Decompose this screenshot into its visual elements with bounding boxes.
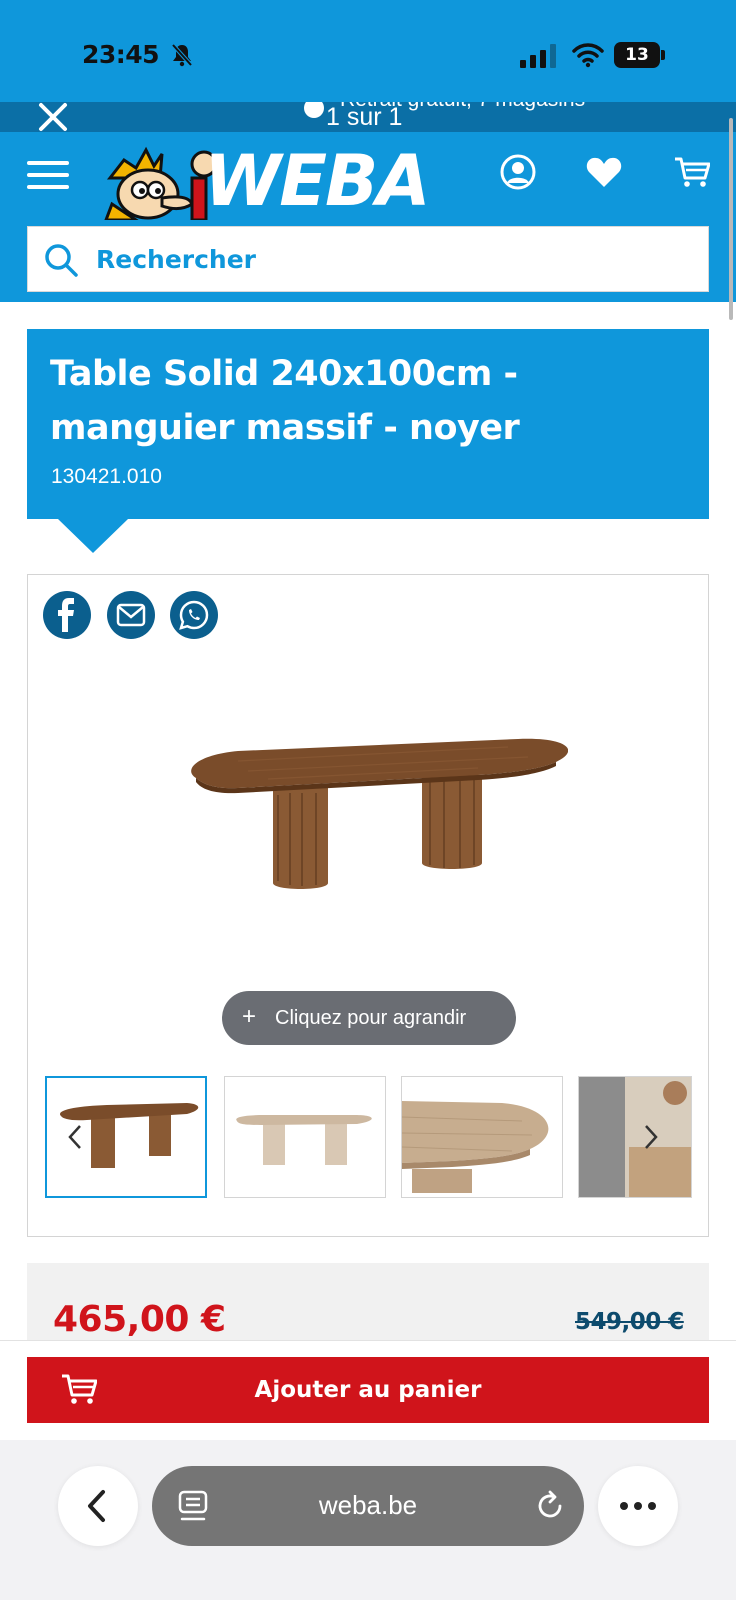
- product-title-block: Table Solid 240x100cm - manguier massif …: [27, 329, 709, 519]
- product-sku: 130421.010: [51, 465, 162, 488]
- mascot-icon: [104, 146, 216, 220]
- add-to-cart-button[interactable]: Ajouter au panier: [27, 1357, 709, 1423]
- price-panel: 465,00 € 549,00 €: [27, 1263, 709, 1343]
- zoom-label: Cliquez pour agrandir: [275, 1007, 467, 1029]
- wifi-icon: [572, 43, 604, 68]
- battery-icon: 13: [614, 42, 666, 68]
- browser-toolbar: weba.be: [0, 1440, 736, 1600]
- chevron-right-icon[interactable]: [632, 1110, 668, 1164]
- product-image[interactable]: [178, 735, 568, 935]
- ellipsis-icon: [620, 1502, 656, 1510]
- notice-counter: 1 sur 1: [326, 103, 403, 131]
- title-pointer: [58, 519, 128, 553]
- notice-bar: Retrait gratuit, 7 magasins 1 sur 1: [0, 102, 736, 132]
- thumbnail-table-detail: [402, 1077, 562, 1197]
- user-icon[interactable]: [500, 154, 536, 190]
- heart-icon[interactable]: [586, 156, 622, 188]
- battery-level: 13: [614, 42, 660, 68]
- scroll-indicator: [729, 118, 733, 320]
- reload-icon[interactable]: [534, 1490, 566, 1522]
- status-bar: 23:45 13: [0, 0, 736, 102]
- url-text: weba.be: [318, 1490, 418, 1520]
- cart-icon[interactable]: [674, 156, 710, 188]
- old-price: 549,00 €: [575, 1309, 684, 1335]
- facebook-icon[interactable]: [43, 591, 91, 639]
- search-placeholder: Rechercher: [96, 245, 257, 274]
- weba-logo[interactable]: WEBA: [96, 138, 456, 222]
- notice-dot-icon: [304, 102, 324, 118]
- search-icon: [45, 244, 78, 277]
- whatsapp-icon[interactable]: [170, 591, 218, 639]
- chevron-left-icon[interactable]: [58, 1110, 94, 1164]
- back-button[interactable]: [58, 1466, 138, 1546]
- thumbnail-table-light: [225, 1077, 385, 1197]
- menu-icon[interactable]: [27, 161, 69, 189]
- more-options-button[interactable]: [598, 1466, 678, 1546]
- logo-text: WEBA: [204, 140, 431, 222]
- product-gallery: + Cliquez pour agrandir: [27, 574, 709, 1237]
- signal-icon: [520, 44, 556, 68]
- bell-muted-icon: [171, 43, 193, 67]
- chevron-left-icon: [88, 1490, 105, 1522]
- thumbnail-2[interactable]: [224, 1076, 386, 1198]
- plus-icon: +: [242, 1003, 257, 1030]
- zoom-button[interactable]: + Cliquez pour agrandir: [222, 991, 516, 1045]
- current-price: 465,00 €: [53, 1299, 226, 1340]
- status-time: 23:45: [82, 40, 160, 69]
- battery-tip: [661, 50, 665, 60]
- mail-icon[interactable]: [107, 591, 155, 639]
- product-page: 23:45 13 Retrait gratuit, 7 magasins 1 s: [0, 0, 736, 1600]
- close-icon[interactable]: [36, 100, 70, 134]
- address-bar[interactable]: weba.be: [152, 1466, 584, 1546]
- product-title: Table Solid 240x100cm - manguier massif …: [50, 354, 520, 448]
- add-to-cart-label: Ajouter au panier: [254, 1377, 482, 1403]
- thumbnail-3[interactable]: [401, 1076, 563, 1198]
- search-input[interactable]: Rechercher: [27, 226, 709, 292]
- site-header: WEBA Rechercher: [0, 132, 736, 302]
